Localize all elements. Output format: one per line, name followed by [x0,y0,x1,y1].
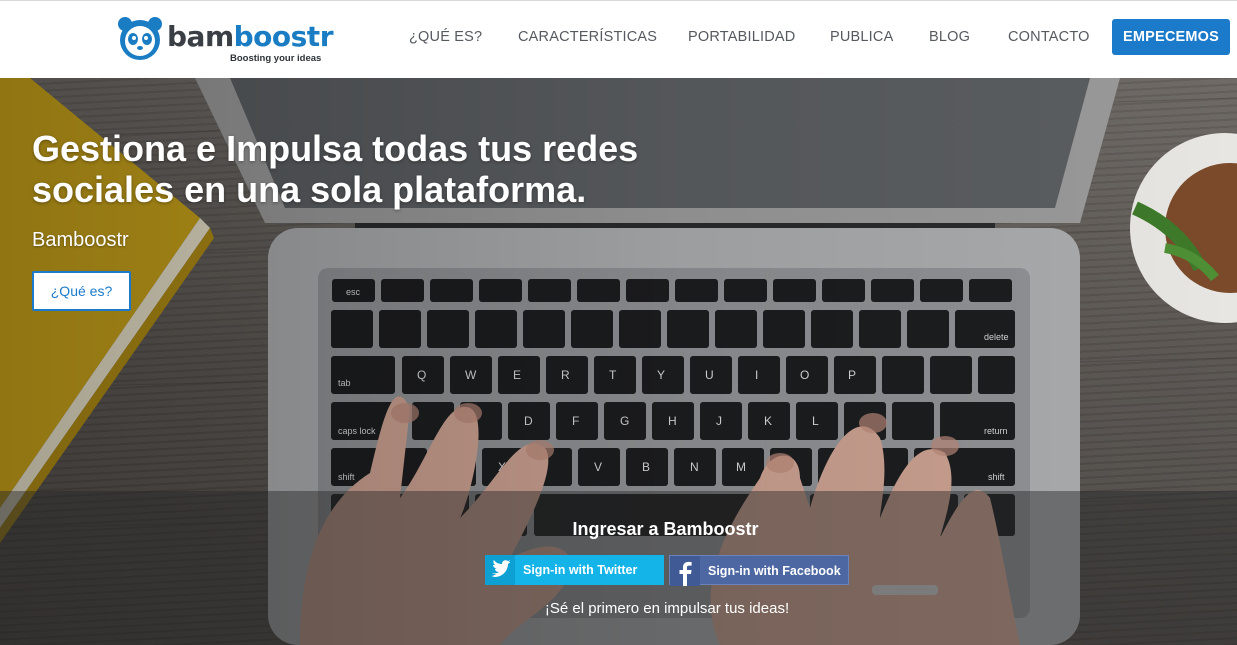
brand-wordmark: bamboostr [167,20,334,53]
sign-in-twitter-button[interactable]: Sign-in with Twitter [485,555,664,585]
hero-section: esc QWE RTY UIO P tab caps lock DFG HJK … [0,78,1237,645]
login-panel: Ingresar a Bamboostr Sign-in with Twitte… [0,491,1237,645]
panda-logo-icon [118,17,162,60]
twitter-bird-icon [485,555,515,585]
facebook-sign-in-label: Sign-in with Facebook [708,564,841,578]
brand-logo[interactable]: bamboostr Boosting your ideas [117,15,334,65]
hero-headline: Gestiona e Impulsa todas tus redes socia… [32,128,639,210]
brand-name-suffix: boostr [233,20,334,53]
brand-tagline: Boosting your ideas [230,53,322,64]
nav-link-portabilidad[interactable]: PORTABILIDAD [688,29,795,45]
top-navbar: bamboostr Boosting your ideas ¿QUÉ ES? C… [0,0,1237,78]
empecemos-button[interactable]: EMPECEMOS [1112,19,1230,55]
facebook-f-icon [670,556,700,586]
nav-link-blog[interactable]: BLOG [929,29,970,45]
brand-name-prefix: bam [167,20,234,53]
que-es-button[interactable]: ¿Qué es? [32,271,131,311]
sign-in-facebook-button[interactable]: Sign-in with Facebook [669,555,849,586]
nav-link-publica[interactable]: PUBLICA [830,29,893,45]
nav-link-contacto[interactable]: CONTACTO [1008,29,1090,45]
nav-link-caracteristicas[interactable]: CARACTERÍSTICAS [518,29,657,45]
nav-link-que-es[interactable]: ¿QUÉ ES? [409,29,482,45]
login-note: ¡Sé el primero en impulsar tus ideas! [544,600,790,617]
twitter-sign-in-label: Sign-in with Twitter [523,563,638,577]
login-title: Ingresar a Bamboostr [572,519,759,539]
hero-subtitle: Bamboostr [32,229,129,251]
